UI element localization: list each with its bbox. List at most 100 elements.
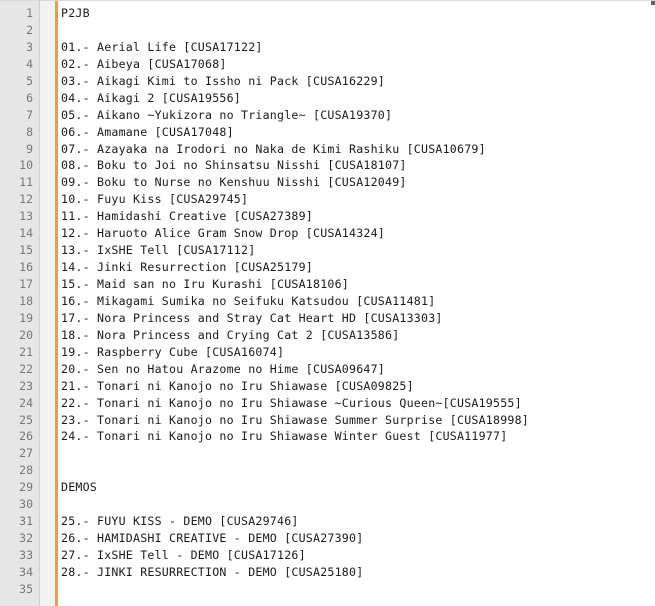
line-text[interactable]: 18.- Nora Princess and Crying Cat 2 [CUS… (61, 327, 399, 344)
text-line[interactable]: 11 09.- Boku to Nurse no Kenshuu Nisshi [… (0, 174, 655, 191)
text-line[interactable]: 26 24.- Tonari ni Kanojo no Iru Shiawase … (0, 428, 655, 445)
line-number: 4 (26, 56, 33, 71)
line-text[interactable]: 28.- JINKI RESURRECTION - DEMO [CUSA2518… (61, 564, 363, 581)
line-text[interactable]: 01.- Aerial Life [CUSA17122] (61, 39, 263, 56)
line-text[interactable]: P2JB (61, 5, 90, 22)
line-text[interactable]: 05.- Aikano ~Yukizora no Triangle~ [CUSA… (61, 107, 392, 124)
text-line[interactable]: 14 12.- Haruoto Alice Gram Snow Drop [CUS… (0, 225, 655, 242)
text-area[interactable]: 1 P2JB 2 3 01.- Aerial Life [CUSA17122] 4 02.-… (0, 5, 655, 598)
line-number: 13 (19, 209, 33, 224)
line-number: 7 (26, 107, 33, 122)
line-number: 11 (19, 175, 33, 190)
line-number: 26 (19, 429, 33, 444)
text-line[interactable]: 27 (0, 445, 655, 462)
text-line[interactable]: 21 19.- Raspberry Cube [CUSA16074] (0, 344, 655, 361)
text-line[interactable]: 9 07.- Azayaka na Irodori no Naka de Kimi… (0, 141, 655, 158)
line-text[interactable]: 24.- Tonari ni Kanojo no Iru Shiawase Wi… (61, 428, 507, 445)
line-text[interactable]: 03.- Aikagi Kimi to Issho ni Pack [CUSA1… (61, 73, 385, 90)
line-number: 9 (26, 141, 33, 156)
text-line[interactable]: 7 05.- Aikano ~Yukizora no Triangle~ [CUS… (0, 107, 655, 124)
line-number: 32 (19, 531, 33, 546)
text-line[interactable]: 25 23.- Tonari ni Kanojo no Iru Shiawase … (0, 412, 655, 429)
text-line[interactable]: 34 28.- JINKI RESURRECTION - DEMO [CUSA25… (0, 564, 655, 581)
line-number: 8 (26, 124, 33, 139)
line-text[interactable]: 07.- Azayaka na Irodori no Naka de Kimi … (61, 141, 486, 158)
text-line[interactable]: 30 (0, 496, 655, 513)
line-number: 14 (19, 226, 33, 241)
text-editor[interactable]: 1 P2JB 2 3 01.- Aerial Life [CUSA17122] 4 02.-… (0, 0, 655, 606)
line-number: 1 (26, 6, 33, 20)
line-text[interactable]: 11.- Hamidashi Creative [CUSA27389] (61, 208, 313, 225)
text-line[interactable]: 24 22.- Tonari ni Kanojo no Iru Shiawase … (0, 395, 655, 412)
text-line[interactable]: 3 01.- Aerial Life [CUSA17122] (0, 39, 655, 56)
line-number: 18 (19, 293, 33, 308)
text-line[interactable]: 8 06.- Amamane [CUSA17048] (0, 124, 655, 141)
text-line[interactable]: 20 18.- Nora Princess and Crying Cat 2 [C… (0, 327, 655, 344)
text-line[interactable]: 4 02.- Aibeya [CUSA17068] (0, 56, 655, 73)
text-line[interactable]: 12 10.- Fuyu Kiss [CUSA29745] (0, 191, 655, 208)
line-text[interactable]: 08.- Boku to Joi no Shinsatsu Nisshi [CU… (61, 157, 407, 174)
line-number: 17 (19, 277, 33, 291)
line-text[interactable]: 21.- Tonari ni Kanojo no Iru Shiawase [C… (61, 378, 414, 395)
line-number: 20 (19, 327, 33, 342)
text-line[interactable]: 31 25.- FUYU KISS - DEMO [CUSA29746] (0, 513, 655, 530)
text-line[interactable]: 32 26.- HAMIDASHI CREATIVE - DEMO [CUSA27… (0, 530, 655, 547)
line-text[interactable]: 22.- Tonari ni Kanojo no Iru Shiawase ~C… (61, 395, 522, 412)
text-line[interactable]: 15 13.- IxSHE Tell [CUSA17112] (0, 242, 655, 259)
text-line[interactable]: 19 17.- Nora Princess and Stray Cat Heart… (0, 310, 655, 327)
line-number: 31 (19, 514, 33, 529)
line-number: 23 (19, 378, 33, 393)
line-number: 12 (19, 192, 33, 207)
line-number: 19 (19, 310, 33, 325)
line-number: 30 (19, 497, 33, 512)
text-line[interactable]: 35 (0, 581, 655, 598)
line-text[interactable]: 06.- Amamane [CUSA17048] (61, 124, 234, 141)
line-number: 33 (19, 548, 33, 562)
text-line[interactable]: 1 P2JB (0, 5, 655, 22)
line-text[interactable]: 27.- IxSHE Tell - DEMO [CUSA17126] (61, 547, 306, 564)
line-number: 3 (26, 39, 33, 54)
line-number: 34 (19, 564, 33, 579)
text-line[interactable]: 5 03.- Aikagi Kimi to Issho ni Pack [CUSA… (0, 73, 655, 90)
line-number: 27 (19, 446, 33, 461)
line-number: 28 (19, 463, 33, 478)
line-number: 25 (19, 412, 33, 427)
text-line[interactable]: 33 27.- IxSHE Tell - DEMO [CUSA17126] (0, 547, 655, 564)
line-number: 35 (19, 581, 33, 596)
text-line[interactable]: 10 08.- Boku to Joi no Shinsatsu Nisshi [… (0, 157, 655, 174)
text-line[interactable]: 23 21.- Tonari ni Kanojo no Iru Shiawase … (0, 378, 655, 395)
line-number: 2 (26, 22, 33, 37)
line-text[interactable]: 14.- Jinki Resurrection [CUSA25179] (61, 259, 313, 276)
text-line[interactable]: 28 (0, 462, 655, 479)
text-line[interactable]: 29 DEMOS (0, 479, 655, 496)
text-line[interactable]: 18 16.- Mikagami Sumika no Seifuku Katsud… (0, 293, 655, 310)
line-text[interactable]: 17.- Nora Princess and Stray Cat Heart H… (61, 310, 443, 327)
text-line[interactable]: 13 11.- Hamidashi Creative [CUSA27389] (0, 208, 655, 225)
line-text[interactable]: 10.- Fuyu Kiss [CUSA29745] (61, 191, 248, 208)
text-line[interactable]: 17 15.- Maid san no Iru Kurashi [CUSA1810… (0, 276, 655, 293)
text-line[interactable]: 6 04.- Aikagi 2 [CUSA19556] (0, 90, 655, 107)
line-text[interactable]: 04.- Aikagi 2 [CUSA19556] (61, 90, 241, 107)
line-text[interactable]: 16.- Mikagami Sumika no Seifuku Katsudou… (61, 293, 435, 310)
line-text[interactable]: 13.- IxSHE Tell [CUSA17112] (61, 242, 255, 259)
line-number: 22 (19, 361, 33, 376)
text-line[interactable]: 2 (0, 22, 655, 39)
line-number: 16 (19, 260, 33, 275)
line-text[interactable]: 26.- HAMIDASHI CREATIVE - DEMO [CUSA2739… (61, 530, 363, 547)
line-text[interactable]: 20.- Sen no Hatou Arazome no Hime [CUSA0… (61, 361, 385, 378)
line-text[interactable]: 23.- Tonari ni Kanojo no Iru Shiawase Su… (61, 412, 529, 429)
text-line[interactable]: 16 14.- Jinki Resurrection [CUSA25179] (0, 259, 655, 276)
text-line[interactable]: 22 20.- Sen no Hatou Arazome no Hime [CUS… (0, 361, 655, 378)
line-text[interactable]: 02.- Aibeya [CUSA17068] (61, 56, 227, 73)
line-number: 15 (19, 243, 33, 258)
line-number: 6 (26, 90, 33, 105)
line-text[interactable]: 15.- Maid san no Iru Kurashi [CUSA18106] (61, 276, 349, 293)
line-text[interactable]: DEMOS (61, 479, 97, 496)
line-number: 10 (19, 158, 33, 173)
line-number: 21 (19, 344, 33, 359)
line-number: 24 (19, 395, 33, 410)
line-text[interactable]: 09.- Boku to Nurse no Kenshuu Nisshi [CU… (61, 174, 407, 191)
line-text[interactable]: 12.- Haruoto Alice Gram Snow Drop [CUSA1… (61, 225, 385, 242)
line-text[interactable]: 25.- FUYU KISS - DEMO [CUSA29746] (61, 513, 299, 530)
line-text[interactable]: 19.- Raspberry Cube [CUSA16074] (61, 344, 284, 361)
